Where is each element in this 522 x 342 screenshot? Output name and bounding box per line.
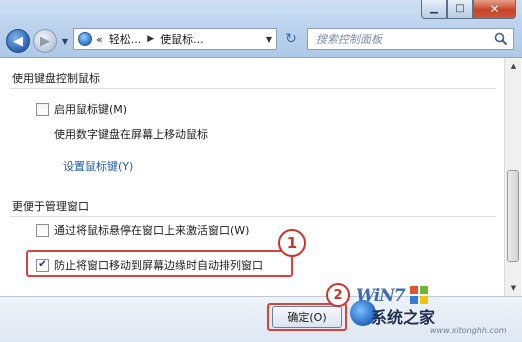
annotation-highlight-checkbox [26, 250, 293, 277]
annotation-step-1: 1 [278, 229, 306, 257]
mouse-keys-checkbox[interactable] [36, 102, 49, 116]
address-bar[interactable]: « 轻松... ▶ 使鼠标... ▼ [73, 28, 277, 50]
mouse-keys-label[interactable]: 启用鼠标键(M) [54, 101, 127, 117]
address-prefix[interactable]: « [96, 33, 103, 46]
windows-flag-icon [410, 286, 428, 304]
search-icon[interactable] [494, 32, 508, 46]
minimize-button[interactable]: ▁ [421, 0, 447, 19]
breadcrumb-separator-icon[interactable]: ▶ [147, 34, 154, 44]
back-arrow-icon: ◀ [13, 33, 23, 49]
forward-button[interactable]: ▶ [33, 29, 57, 53]
caption-buttons: ▁ □ ✕ [421, 0, 516, 19]
mouse-keys-description: 使用数字键盘在屏幕上移动鼠标 [54, 128, 208, 141]
mouse-keys-option[interactable]: 启用鼠标键(M) [36, 101, 127, 117]
forward-arrow-icon: ▶ [40, 33, 50, 49]
search-placeholder: 搜索控制面板 [316, 33, 382, 46]
refresh-button[interactable]: ↻ [280, 28, 302, 50]
hover-activate-label[interactable]: 通过将鼠标悬停在窗口上来激活窗口(W) [54, 222, 249, 238]
search-box[interactable]: 搜索控制面板 [307, 28, 514, 50]
hover-activate-option[interactable]: 通过将鼠标悬停在窗口上来激活窗口(W) [36, 222, 249, 238]
setup-mouse-keys-link[interactable]: 设置鼠标键(Y) [63, 158, 133, 174]
address-dropdown-icon[interactable]: ▼ [262, 29, 276, 49]
recent-pages-dropdown[interactable]: ▼ [60, 34, 70, 48]
breadcrumb-mouse[interactable]: 使鼠标... [160, 31, 204, 47]
back-button[interactable]: ◀ [6, 29, 30, 53]
vertical-scrollbar[interactable]: ▲ ▼ [504, 58, 521, 296]
dialog-footer [0, 296, 522, 342]
close-button[interactable]: ✕ [473, 0, 516, 19]
section-divider [10, 216, 496, 217]
scrollbar-thumb[interactable] [507, 170, 519, 262]
watermark-text: 系统之家 [371, 308, 436, 327]
maximize-button[interactable]: □ [447, 0, 473, 19]
control-panel-icon [78, 32, 92, 46]
breadcrumb-ease-of-access[interactable]: 轻松... [109, 31, 142, 47]
section-title-keyboard-mouse: 使用键盘控制鼠标 [12, 72, 100, 85]
annotation-step-2: 2 [326, 283, 350, 307]
refresh-icon: ↻ [285, 31, 297, 47]
hover-activate-checkbox[interactable] [36, 223, 49, 237]
section-divider [10, 88, 496, 89]
ok-button[interactable]: 确定(O) [272, 306, 342, 328]
scroll-down-icon[interactable]: ▼ [505, 280, 522, 296]
section-title-window-management: 更便于管理窗口 [12, 200, 89, 213]
scroll-up-icon[interactable]: ▲ [505, 58, 522, 74]
watermark-url: www.xitonghh.com [430, 326, 507, 335]
